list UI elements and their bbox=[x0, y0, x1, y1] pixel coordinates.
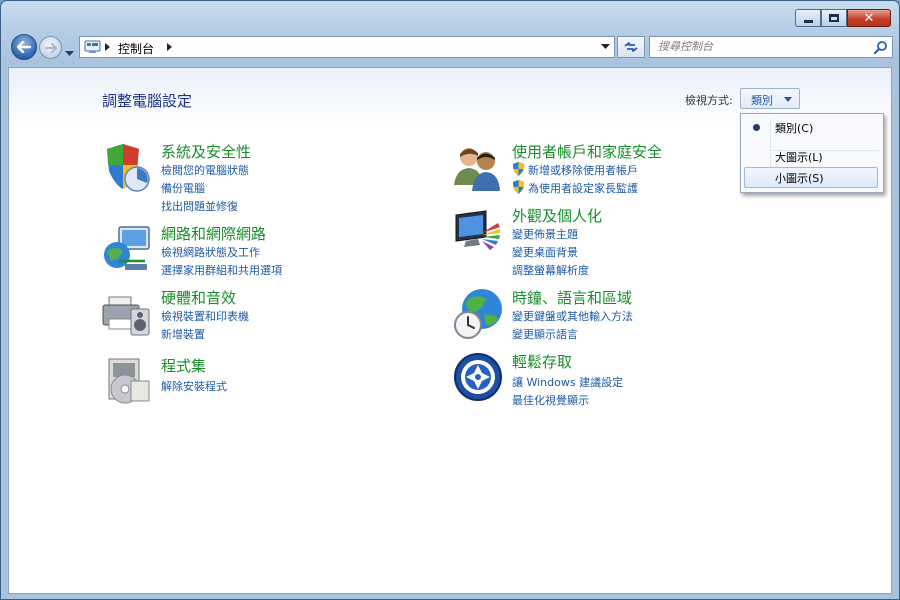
category-title[interactable]: 系統及安全性 bbox=[161, 141, 251, 162]
category-link[interactable]: 檢閱您的電腦狀態 bbox=[161, 162, 249, 178]
view-by-menu: 類別(C) 大圖示(L) 小圖示(S) bbox=[740, 113, 884, 193]
category-clock-language: 時鐘、語言和區域 變更鍵盤或其他輸入方法 變更顯示語言 bbox=[452, 287, 752, 343]
menu-item-large-icons[interactable]: 大圖示(L) bbox=[744, 146, 878, 167]
chevron-down-icon bbox=[784, 97, 792, 102]
address-bar[interactable]: 控制台 bbox=[79, 36, 615, 58]
shield-computer-icon[interactable] bbox=[101, 141, 153, 193]
search-input[interactable] bbox=[656, 39, 860, 54]
maximize-button[interactable] bbox=[821, 9, 847, 27]
address-dropdown-icon[interactable] bbox=[601, 44, 610, 50]
category-link[interactable]: 變更桌面背景 bbox=[512, 244, 578, 260]
navigation-bar: 控制台 bbox=[9, 33, 893, 61]
category-system-security: 系統及安全性 檢閱您的電腦狀態 備份電腦 找出問題並修復 bbox=[101, 141, 401, 214]
back-arrow-icon bbox=[17, 41, 31, 53]
category-link[interactable]: 新增或移除使用者帳戶 bbox=[512, 162, 638, 178]
menu-item-label: 小圖示(S) bbox=[775, 172, 824, 185]
category-link[interactable]: 解除安裝程式 bbox=[161, 378, 227, 394]
breadcrumb-arrow-icon[interactable] bbox=[167, 43, 172, 51]
users-icon[interactable] bbox=[452, 141, 504, 193]
forward-button[interactable] bbox=[39, 36, 62, 59]
category-link[interactable]: 檢視裝置和印表機 bbox=[161, 308, 249, 324]
menu-item-category[interactable]: 類別(C) bbox=[744, 117, 878, 138]
menu-item-label: 大圖示(L) bbox=[775, 151, 823, 164]
category-hardware-sound: 硬體和音效 檢視裝置和印表機 新增裝置 bbox=[101, 287, 401, 343]
view-by-dropdown[interactable]: 類別 bbox=[740, 88, 800, 109]
category-link[interactable]: 變更佈景主題 bbox=[512, 226, 578, 242]
category-link[interactable]: 讓 Windows 建議設定 bbox=[512, 374, 623, 390]
category-title[interactable]: 使用者帳戶和家庭安全 bbox=[512, 141, 662, 162]
category-link[interactable]: 變更顯示語言 bbox=[512, 326, 578, 342]
category-link-label: 新增或移除使用者帳戶 bbox=[528, 164, 638, 177]
breadcrumb-control-panel[interactable]: 控制台 bbox=[118, 40, 154, 57]
page-title: 調整電腦設定 bbox=[102, 92, 193, 110]
category-link[interactable]: 調整螢幕解析度 bbox=[512, 262, 589, 278]
category-link[interactable]: 變更鍵盤或其他輸入方法 bbox=[512, 308, 633, 324]
close-button[interactable]: ✕ bbox=[847, 9, 891, 27]
category-appearance: 外觀及個人化 變更佈景主題 變更桌面背景 調整螢幕解析度 bbox=[452, 205, 752, 278]
programs-disc-icon[interactable] bbox=[101, 355, 153, 407]
category-ease-of-access: 輕鬆存取 讓 Windows 建議設定 最佳化視覺顯示 bbox=[452, 351, 752, 407]
minimize-button[interactable] bbox=[795, 9, 821, 27]
category-title[interactable]: 輕鬆存取 bbox=[512, 351, 572, 372]
monitor-palette-icon[interactable] bbox=[452, 205, 504, 257]
category-link-label: 為使用者設定家長監護 bbox=[528, 182, 638, 195]
clock-globe-icon[interactable] bbox=[452, 287, 504, 339]
back-button[interactable] bbox=[11, 34, 37, 60]
category-network-internet: 網路和網際網路 檢視網路狀態及工作 選擇家用群組和共用選項 bbox=[101, 223, 401, 279]
category-title[interactable]: 外觀及個人化 bbox=[512, 205, 602, 226]
category-link[interactable]: 找出問題並修復 bbox=[161, 198, 238, 214]
menu-item-small-icons[interactable]: 小圖示(S) bbox=[744, 167, 878, 188]
category-link[interactable]: 最佳化視覺顯示 bbox=[512, 392, 589, 408]
view-by-value: 類別 bbox=[751, 94, 773, 107]
category-link[interactable]: 選擇家用群組和共用選項 bbox=[161, 262, 282, 278]
category-user-accounts: 使用者帳戶和家庭安全 新增或移除使用者帳戶 為使用者設定家長監護 bbox=[452, 141, 752, 197]
category-link[interactable]: 為使用者設定家長監護 bbox=[512, 180, 638, 196]
recent-pages-dropdown[interactable] bbox=[65, 42, 74, 61]
refresh-icon bbox=[624, 42, 638, 52]
control-panel-window: ✕ 控制台 搜尋控制台 調整電腦設定 檢視方式: 類別 系統及安全性 檢閱您的電… bbox=[0, 0, 900, 600]
breadcrumb-arrow-icon[interactable] bbox=[105, 43, 110, 51]
category-link[interactable]: 新增裝置 bbox=[161, 326, 205, 342]
category-link[interactable]: 檢視網路狀態及工作 bbox=[161, 244, 260, 260]
category-programs: 程式集 解除安裝程式 bbox=[101, 355, 401, 411]
selected-bullet-icon bbox=[753, 124, 760, 131]
minimize-icon bbox=[803, 19, 813, 23]
caption-buttons: ✕ bbox=[795, 9, 891, 27]
category-title[interactable]: 網路和網際網路 bbox=[161, 223, 266, 244]
category-title[interactable]: 程式集 bbox=[161, 355, 206, 376]
refresh-button[interactable] bbox=[617, 36, 645, 58]
view-by-label: 檢視方式: bbox=[685, 94, 733, 107]
control-panel-icon bbox=[84, 40, 101, 53]
printer-speaker-icon[interactable] bbox=[101, 287, 153, 339]
category-title[interactable]: 硬體和音效 bbox=[161, 287, 236, 308]
network-globe-icon[interactable] bbox=[101, 223, 153, 275]
uac-shield-icon bbox=[513, 162, 524, 176]
maximize-icon bbox=[829, 14, 839, 22]
menu-item-label: 類別(C) bbox=[775, 122, 814, 135]
category-title[interactable]: 時鐘、語言和區域 bbox=[512, 287, 632, 308]
category-link[interactable]: 備份電腦 bbox=[161, 180, 205, 196]
chevron-down-icon bbox=[65, 51, 74, 56]
close-icon: ✕ bbox=[863, 10, 875, 26]
uac-shield-icon bbox=[513, 180, 524, 194]
search-box bbox=[649, 36, 893, 58]
ease-of-access-icon[interactable] bbox=[452, 351, 504, 403]
search-icon[interactable] bbox=[874, 40, 888, 54]
forward-arrow-icon bbox=[44, 42, 57, 53]
